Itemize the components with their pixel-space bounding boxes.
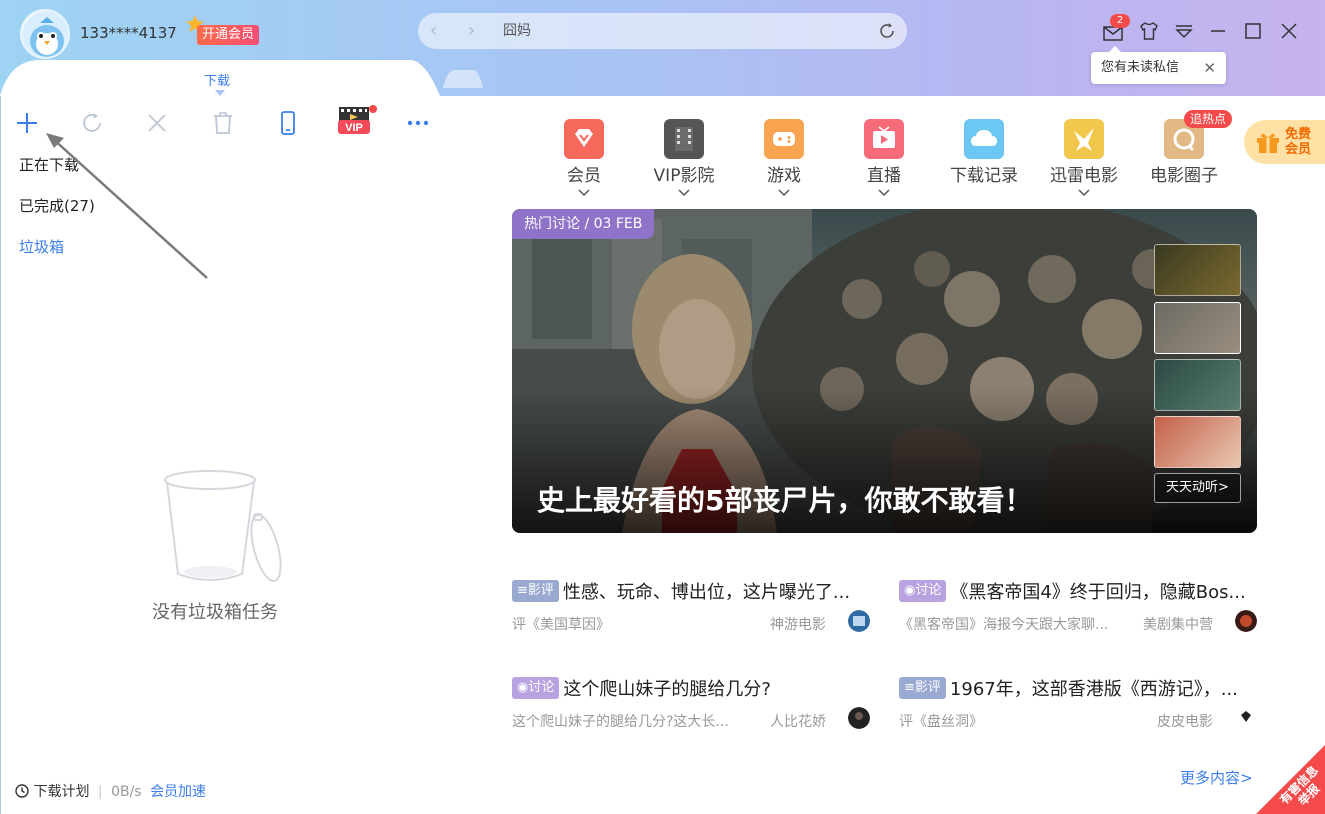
category-download-history[interactable]: 下载记录 — [944, 119, 1024, 186]
vip-diamond-icon — [564, 119, 604, 159]
chat-dot-icon: ◉ — [904, 583, 916, 598]
chat-dot-icon: ◉ — [517, 680, 529, 695]
article-summary: 《黑客帝国》海报今天跟大家聊... — [899, 617, 1109, 633]
chevron-down-icon — [778, 189, 790, 197]
category-label: 直播 — [867, 166, 901, 186]
article-summary: 评《盘丝洞》 — [899, 714, 983, 730]
menu-dropdown-icon[interactable] — [1173, 20, 1195, 42]
avatar[interactable] — [20, 9, 70, 59]
more-icon[interactable] — [405, 110, 431, 136]
category-label: 下载记录 — [950, 166, 1018, 186]
chevron-down-icon — [1078, 189, 1090, 197]
category-vip-cinema[interactable]: VIP影院 — [644, 119, 724, 198]
back-icon[interactable]: ‹ — [430, 21, 437, 41]
footer-bar: 下载计划 | 0B/s 会员加速 — [15, 781, 206, 801]
source-avatar[interactable] — [1235, 707, 1257, 729]
tab-download[interactable]: 下载 — [204, 70, 230, 89]
tooltip-text: 您有未读私信 — [1101, 60, 1180, 75]
chevron-down-icon — [678, 189, 690, 197]
article-title[interactable]: 这个爬山妹子的腿给几分? — [563, 675, 771, 699]
bird-logo-icon — [1064, 119, 1104, 159]
article-source[interactable]: 神游电影 — [770, 614, 826, 634]
banner-more-button[interactable]: 天天动听> — [1154, 473, 1241, 503]
unread-message-tooltip: 您有未读私信 ✕ — [1091, 46, 1226, 84]
article-title[interactable]: 1967年，这部香港版《西游记》，... — [950, 675, 1238, 699]
gift-icon — [1257, 133, 1279, 153]
article-source[interactable]: 人比花娇 — [770, 711, 826, 731]
article-tag: ≡影评 — [512, 580, 559, 602]
category-games[interactable]: 游戏 — [744, 119, 824, 198]
vip-accelerate-link[interactable]: 会员加速 — [150, 784, 206, 800]
source-avatar[interactable] — [848, 610, 870, 632]
source-avatar[interactable] — [1235, 610, 1257, 632]
mail-count-badge: 2 — [1110, 14, 1130, 28]
footer-divider: | — [97, 784, 103, 800]
forward-icon[interactable]: › — [468, 21, 475, 41]
banner-title[interactable]: 史上最好看的5部丧尸片，你敢不敢看！ — [537, 479, 1033, 519]
report-harmful-info-button[interactable]: 有害信息 举报 — [1250, 740, 1325, 814]
article-title[interactable]: 性感、玩命、博出位，这片曝光了... — [563, 578, 850, 602]
article-tag: ≡影评 — [899, 677, 946, 699]
url-text[interactable]: 囧妈 — [503, 22, 531, 40]
tv-play-icon — [864, 119, 904, 159]
skin-icon[interactable] — [1138, 20, 1160, 42]
category-label: 电影圈子 — [1150, 166, 1218, 186]
tooltip-close-icon[interactable]: ✕ — [1203, 52, 1216, 84]
banner-thumbnail[interactable] — [1154, 244, 1241, 296]
close-window-icon[interactable] — [1278, 20, 1300, 42]
category-label: VIP影院 — [653, 166, 715, 186]
hot-badge: 追热点 — [1184, 110, 1233, 128]
free-vip-button[interactable]: 免费 会员 — [1244, 120, 1325, 164]
article-title[interactable]: 《黑客帝国4》终于回归，隐藏Bos... — [950, 578, 1245, 602]
category-label: 会员 — [567, 166, 601, 186]
address-bar[interactable]: ‹ › 囧妈 — [418, 13, 907, 49]
category-live[interactable]: 直播 — [844, 119, 924, 198]
category-label: 游戏 — [767, 166, 801, 186]
banner-thumbnail[interactable] — [1154, 416, 1241, 468]
free-vip-text: 免费 会员 — [1285, 127, 1312, 157]
article-source[interactable]: 美剧集中营 — [1143, 614, 1213, 634]
add-icon[interactable] — [14, 110, 40, 136]
clock-icon — [15, 784, 29, 798]
maximize-icon[interactable] — [1242, 20, 1264, 42]
vip-icon-text: VIP — [345, 122, 363, 134]
vip-video-icon[interactable]: VIP — [336, 104, 378, 136]
username[interactable]: 133****4137 — [80, 24, 177, 42]
article-source[interactable]: 皮皮电影 — [1157, 711, 1213, 731]
more-content-link[interactable]: 更多内容> — [1180, 767, 1253, 788]
gamepad-icon — [764, 119, 804, 159]
featured-banner[interactable]: 热门讨论 / 03 FEB 史上最好看的5部丧尸片，你敢不敢看！ 天天动听> — [512, 209, 1257, 533]
empty-state-text: 没有垃圾箱任务 — [152, 602, 278, 623]
chevron-down-icon — [578, 189, 590, 197]
reload-icon[interactable] — [877, 21, 897, 41]
category-label: 迅雷电影 — [1050, 166, 1118, 186]
banner-thumbnail[interactable] — [1154, 359, 1241, 411]
banner-tag: 热门讨论 / 03 FEB — [512, 209, 655, 239]
film-icon — [664, 119, 704, 159]
download-speed: 0B/s — [111, 784, 142, 800]
source-avatar[interactable] — [848, 707, 870, 729]
download-plan-link[interactable]: 下载计划 — [33, 784, 89, 800]
category-vip[interactable]: 会员 — [544, 119, 624, 198]
empty-bin-illustration — [164, 470, 282, 582]
chevron-down-icon — [878, 189, 890, 197]
banner-thumbnail[interactable] — [1154, 302, 1241, 354]
open-vip-button[interactable]: 开通会员 — [197, 25, 260, 45]
article-tag: ◉讨论 — [512, 677, 560, 699]
pointer-arrow — [46, 133, 208, 279]
cloud-icon — [964, 119, 1004, 159]
category-movie-circle[interactable]: 电影圈子 — [1144, 119, 1224, 186]
list-icon: ≡ — [904, 680, 915, 695]
tab-secondary[interactable] — [443, 68, 483, 88]
article-summary: 评《美国草因》 — [512, 617, 610, 633]
minimize-icon[interactable] — [1207, 20, 1229, 42]
article-summary: 这个爬山妹子的腿给几分?这大长... — [512, 714, 729, 730]
phone-icon[interactable] — [275, 110, 301, 136]
category-xunlei-movies[interactable]: 迅雷电影 — [1044, 119, 1124, 198]
article-tag: ◉讨论 — [899, 580, 947, 602]
list-icon: ≡ — [517, 583, 528, 598]
